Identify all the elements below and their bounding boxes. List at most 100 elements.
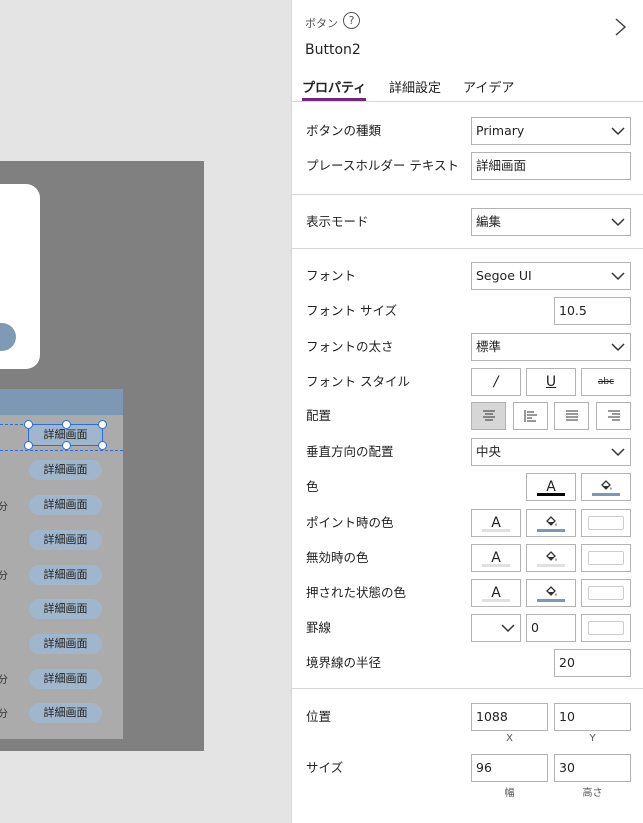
disabled-text-color-button[interactable]: A [471, 544, 521, 572]
design-canvas[interactable]: 詳細画面 詳細画面 詳細画面 詳細画面 詳細画面 詳細画面 詳細画面 詳細画面 … [0, 0, 291, 823]
gallery-minutes-text: 分 [0, 502, 8, 513]
gallery-detail-button[interactable]: 詳細画面 [29, 495, 102, 515]
gallery[interactable]: 詳細画面 詳細画面 詳細画面 詳細画面 詳細画面 詳細画面 詳細画面 詳細画面 … [0, 389, 123, 739]
chevron-right-icon[interactable] [610, 16, 630, 38]
font-weight-label: フォントの太さ [306, 339, 394, 354]
chevron-down-icon [611, 272, 625, 281]
position-y-input[interactable]: 10 [554, 703, 631, 731]
pressed-border-color-button[interactable] [581, 579, 631, 607]
underline-button[interactable]: U [526, 368, 576, 396]
selection-guide-line [0, 450, 123, 451]
resize-handle[interactable] [98, 441, 107, 450]
text-color-button[interactable]: A [526, 473, 576, 501]
border-style-dropdown[interactable] [471, 614, 521, 642]
strikethrough-button[interactable]: abc [581, 368, 631, 396]
text-color-bar [537, 493, 565, 496]
chevron-down-icon [611, 343, 625, 352]
gallery-detail-button[interactable]: 詳細画面 [29, 460, 102, 480]
font-style-label: フォント スタイル [306, 374, 410, 389]
font-size-input[interactable]: 10.5 [554, 297, 631, 325]
resize-handle[interactable] [24, 441, 33, 450]
paint-bucket-icon [544, 514, 558, 528]
placeholder-text-input[interactable]: 詳細画面 [471, 152, 631, 180]
chevron-down-icon [611, 127, 625, 136]
align-justify-button[interactable] [554, 402, 589, 430]
hover-border-color-swatch [588, 516, 624, 530]
display-mode-dropdown[interactable]: 編集 [471, 208, 631, 236]
section-divider [292, 248, 643, 249]
align-center-icon [482, 410, 496, 422]
pressed-color-label: 押された状態の色 [306, 585, 407, 600]
border-color-swatch [588, 621, 624, 635]
resize-handle[interactable] [62, 441, 71, 450]
hover-border-color-button[interactable] [581, 509, 631, 537]
section-divider [292, 688, 643, 689]
vertical-align-dropdown[interactable]: 中央 [471, 438, 631, 466]
hover-text-color-button[interactable]: A [471, 509, 521, 537]
chevron-down-icon [611, 218, 625, 227]
tab-ideas[interactable]: アイデア [463, 77, 514, 101]
gallery-detail-button[interactable]: 詳細画面 [29, 669, 102, 689]
pressed-text-color-button[interactable]: A [471, 579, 521, 607]
vertical-align-value: 中央 [476, 444, 502, 459]
resize-handle[interactable] [98, 420, 107, 429]
gallery-minutes-text: 分 [0, 675, 8, 686]
tab-divider [292, 101, 643, 102]
border-thickness-input[interactable]: 0 [526, 614, 576, 642]
size-height-input[interactable]: 30 [554, 754, 631, 782]
placeholder-text-label: プレースホルダー テキスト [306, 158, 459, 173]
font-dropdown[interactable]: Segoe UI [471, 262, 631, 290]
gallery-header-bar[interactable] [0, 389, 123, 415]
properties-panel: ボタン ? Button2 プロパティ 詳細設定 アイデア ボタンの種類 Pri… [291, 0, 643, 823]
gallery-detail-button[interactable]: 詳細画面 [29, 599, 102, 619]
font-weight-dropdown[interactable]: 標準 [471, 333, 631, 361]
chevron-down-icon [501, 624, 515, 633]
fill-color-bar [592, 493, 620, 496]
border-radius-input[interactable]: 20 [554, 649, 631, 677]
paint-bucket-icon [599, 478, 613, 492]
disabled-color-label: 無効時の色 [306, 550, 369, 565]
control-type-label: ボタン [305, 17, 338, 30]
tab-advanced[interactable]: 詳細設定 [389, 77, 441, 101]
button-type-dropdown[interactable]: Primary [471, 117, 631, 145]
gallery-detail-button[interactable]: 詳細画面 [29, 703, 102, 723]
disabled-border-color-button[interactable] [581, 544, 631, 572]
resize-handle[interactable] [24, 420, 33, 429]
fill-color-button[interactable] [581, 473, 631, 501]
height-caption: 高さ [582, 788, 603, 799]
align-right-button[interactable] [596, 402, 631, 430]
x-caption: X [506, 733, 513, 744]
hover-fill-color-button[interactable] [526, 509, 576, 537]
gallery-minutes-text: 分 [0, 709, 8, 720]
chevron-down-icon [611, 448, 625, 457]
position-x-input[interactable]: 1088 [471, 703, 548, 731]
size-width-input[interactable]: 96 [471, 754, 548, 782]
disabled-fill-color-button[interactable] [526, 544, 576, 572]
vertical-align-label: 垂直方向の配置 [306, 444, 394, 459]
color-label: 色 [306, 479, 319, 494]
align-center-button[interactable] [471, 402, 506, 430]
pressed-fill-color-button[interactable] [526, 579, 576, 607]
size-label: サイズ [306, 760, 344, 775]
resize-handle[interactable] [62, 420, 71, 429]
selection-outline[interactable] [24, 420, 107, 450]
align-left-button[interactable] [513, 402, 548, 430]
pressed-text-color-bar [482, 599, 510, 602]
hover-text-color-bar [482, 529, 510, 532]
position-label: 位置 [306, 709, 332, 724]
border-color-button[interactable] [581, 614, 631, 642]
control-name[interactable]: Button2 [305, 42, 361, 58]
tab-properties[interactable]: プロパティ [302, 77, 367, 101]
align-label: 配置 [306, 408, 332, 423]
align-right-icon [607, 410, 621, 422]
font-label: フォント [306, 268, 357, 283]
gallery-detail-button[interactable]: 詳細画面 [29, 565, 102, 585]
gallery-detail-button[interactable]: 詳細画面 [29, 530, 102, 550]
gallery-detail-button[interactable]: 詳細画面 [29, 634, 102, 654]
section-divider [292, 194, 643, 195]
align-left-icon [524, 410, 538, 422]
italic-button[interactable]: / [471, 368, 521, 396]
disabled-text-color-bar [482, 564, 510, 567]
help-icon[interactable]: ? [343, 12, 360, 29]
button-type-label: ボタンの種類 [306, 123, 382, 138]
